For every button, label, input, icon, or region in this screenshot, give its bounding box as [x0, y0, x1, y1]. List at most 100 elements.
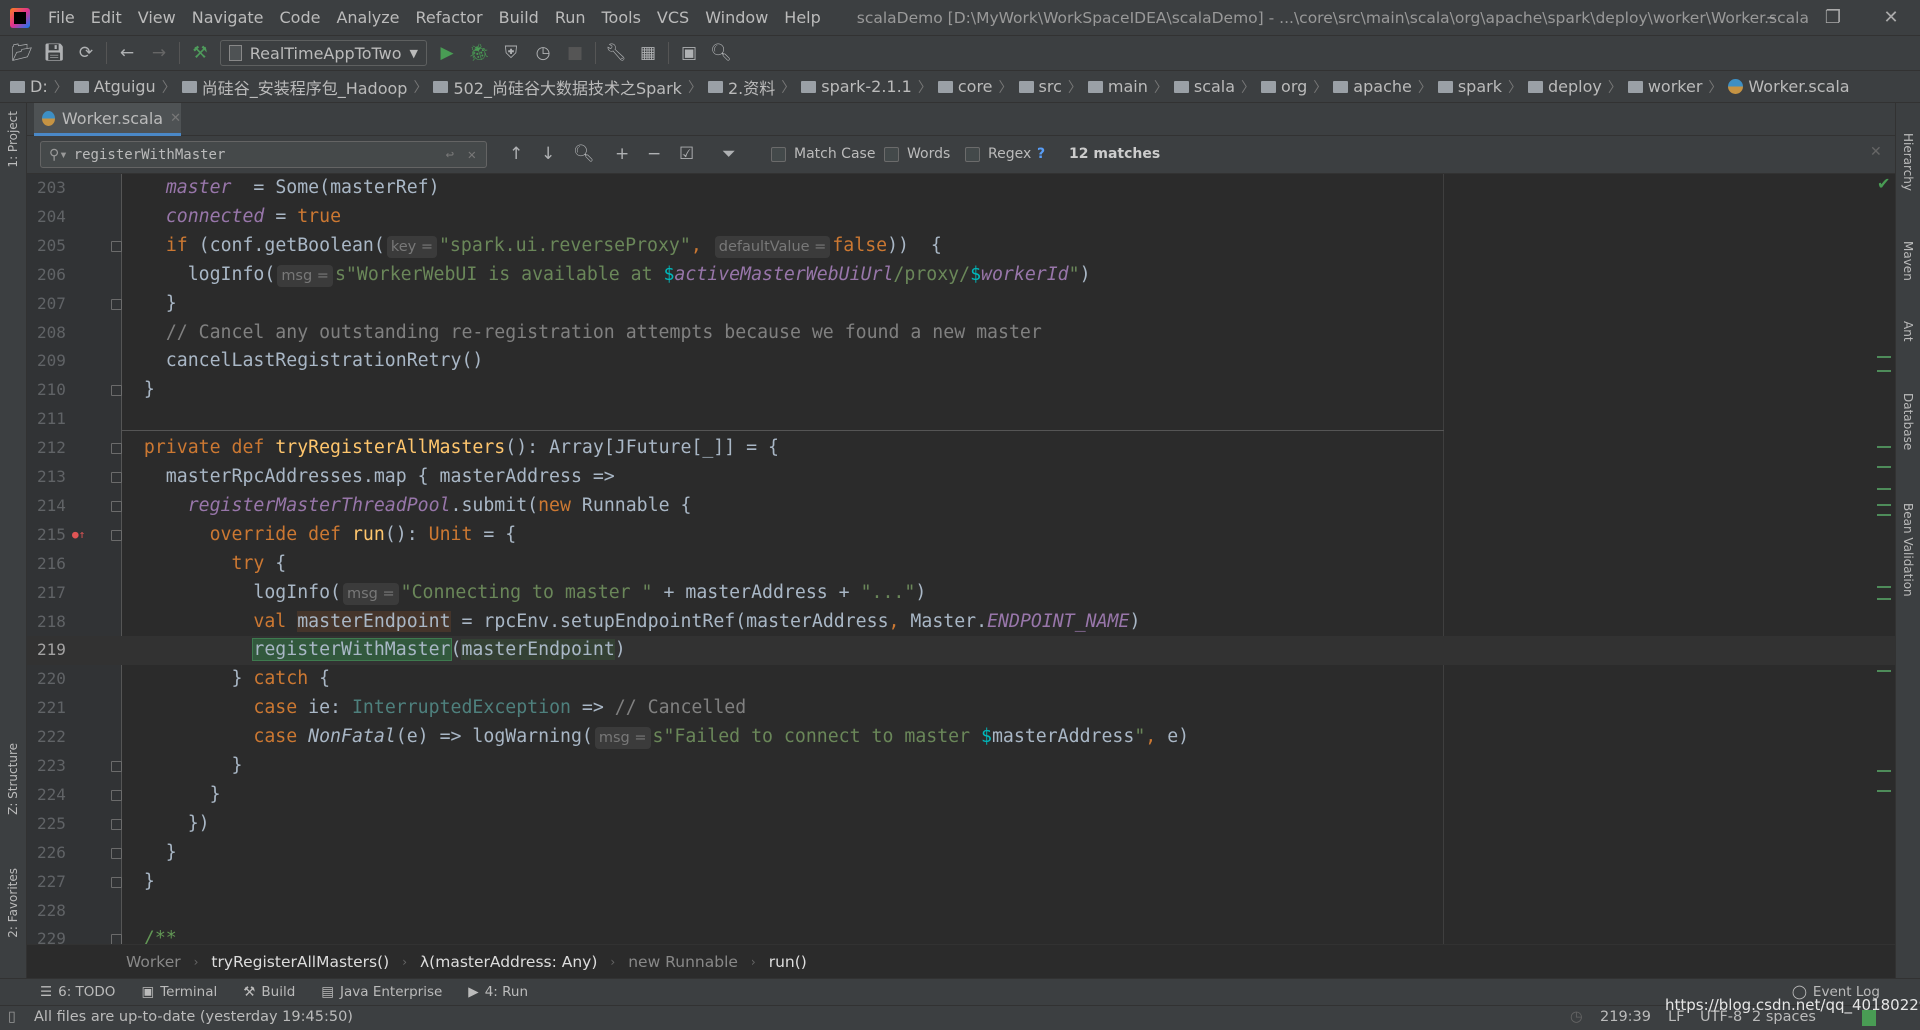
code-line[interactable]: 226 }	[27, 839, 1895, 868]
occurrence-mark[interactable]	[1877, 446, 1891, 448]
nav-crumb-file[interactable]: Worker.scala	[1728, 77, 1850, 96]
fold-marker-icon[interactable]	[111, 240, 122, 252]
occurrence-mark[interactable]	[1877, 770, 1891, 772]
code-line[interactable]: 204 connected = true	[27, 203, 1895, 232]
code-line[interactable]: 209 cancelLastRegistrationRetry()	[27, 347, 1895, 376]
code-line[interactable]: 212 private def tryRegisterAllMasters():…	[27, 434, 1895, 463]
back-icon[interactable]: ←	[115, 41, 139, 65]
nav-crumb[interactable]: 2.资料	[707, 75, 775, 99]
minimize-button[interactable]: –	[1748, 4, 1794, 32]
next-occurrence-icon[interactable]: ↓	[541, 144, 555, 164]
code-line[interactable]: 218 val masterEndpoint = rpcEnv.setupEnd…	[27, 608, 1895, 637]
menu-navigate[interactable]: Navigate	[184, 8, 272, 27]
find-all-icon[interactable]: 🔍︎	[573, 144, 595, 164]
occurrence-mark[interactable]	[1877, 356, 1891, 358]
tool-window-java-enterprise[interactable]: ▤ Java Enterprise	[321, 984, 442, 1000]
tool-window-run[interactable]: ▶ 4: Run	[468, 984, 528, 1000]
fold-marker-icon[interactable]	[111, 500, 122, 512]
occurrence-mark[interactable]	[1877, 504, 1891, 506]
debug-icon[interactable]: 🐞︎	[467, 41, 491, 65]
occurrence-mark[interactable]	[1877, 514, 1891, 516]
remove-selection-icon[interactable]: −	[647, 144, 661, 164]
build-hammer-icon[interactable]: ⚒	[188, 41, 212, 65]
breadcrumb-item[interactable]: tryRegisterAllMasters()	[211, 953, 389, 971]
menu-build[interactable]: Build	[491, 8, 547, 27]
nav-crumb[interactable]: spark-2.1.1	[801, 77, 912, 96]
code-line[interactable]: 228	[27, 897, 1895, 926]
code-line[interactable]: 203 master = Some(masterRef)	[27, 174, 1895, 203]
words-checkbox[interactable]: Words	[884, 146, 950, 162]
occurrence-mark[interactable]	[1877, 466, 1891, 468]
occurrence-mark[interactable]	[1877, 370, 1891, 372]
menu-tools[interactable]: Tools	[594, 8, 649, 27]
code-line[interactable]: 224 }	[27, 781, 1895, 810]
code-line[interactable]: 208 // Cancel any outstanding re-registr…	[27, 319, 1895, 348]
breadcrumb-item[interactable]: λ(masterAddress: Any)	[420, 953, 597, 971]
open-folder-icon[interactable]: 📂︎	[10, 41, 34, 65]
match-case-checkbox[interactable]: Match Case	[771, 146, 875, 162]
code-editor[interactable]: 203 master = Some(masterRef) 204 connecte…	[27, 174, 1895, 944]
fold-marker-icon[interactable]	[111, 529, 122, 541]
tool-window-build[interactable]: ⚒ Build	[243, 984, 295, 1000]
code-line[interactable]: 206 logInfo(msg = s"WorkerWebUI is availa…	[27, 261, 1895, 290]
occurrence-mark[interactable]	[1877, 790, 1891, 792]
toggle-tool-windows-icon[interactable]: ▯	[8, 1009, 16, 1025]
nav-crumb[interactable]: Atguigu	[73, 77, 156, 96]
close-window-button[interactable]: ✕	[1868, 4, 1914, 32]
code-line[interactable]: 223 }	[27, 752, 1895, 781]
run-config-dropdown[interactable]: RealTimeAppToTwo ▼	[220, 40, 427, 66]
nav-crumb[interactable]: worker	[1627, 77, 1702, 96]
search-icon[interactable]: ⚲▾	[49, 147, 68, 163]
fold-marker-icon[interactable]	[111, 789, 122, 801]
newline-icon[interactable]: ↩	[446, 147, 454, 163]
menu-vcs[interactable]: VCS	[649, 8, 697, 27]
sidebar-structure[interactable]: Z: Structure	[6, 743, 20, 815]
breadcrumb-item[interactable]: run()	[769, 953, 807, 971]
occurrence-mark[interactable]	[1877, 586, 1891, 588]
fold-marker-icon[interactable]	[111, 876, 122, 888]
fold-marker-icon[interactable]	[111, 934, 122, 944]
override-method-icon[interactable]: ●↑	[72, 521, 85, 550]
sidebar-favorites[interactable]: 2: Favorites	[6, 868, 20, 938]
sidebar-bean-validation[interactable]: Bean Validation	[1901, 503, 1915, 597]
fold-marker-icon[interactable]	[111, 472, 122, 483]
sidebar-database[interactable]: Database	[1901, 393, 1915, 450]
fold-marker-icon[interactable]	[111, 385, 122, 397]
code-line[interactable]: 221 case ie: InterruptedException => // …	[27, 694, 1895, 723]
code-line[interactable]: 210 }	[27, 376, 1895, 405]
code-line[interactable]: 214 registerMasterThreadPool.submit(new …	[27, 492, 1895, 521]
regex-checkbox[interactable]: Regex	[965, 146, 1031, 162]
fold-marker-icon[interactable]	[111, 443, 122, 455]
nav-crumb[interactable]: 502_尚硅谷大数据技术之Spark	[433, 75, 682, 99]
code-line[interactable]: 219 registerWithMaster(masterEndpoint)	[27, 636, 1895, 666]
nav-crumb[interactable]: apache	[1333, 77, 1412, 96]
code-line[interactable]: 215 ●↑ override def run(): Unit = {	[27, 521, 1895, 550]
code-line[interactable]: 229 /**	[27, 925, 1895, 944]
fold-marker-icon[interactable]	[111, 298, 122, 310]
code-line[interactable]: 222 case NonFatal(e) => logWarning(msg =…	[27, 723, 1895, 752]
code-line[interactable]: 205 if (conf.getBoolean(key = "spark.ui.r…	[27, 232, 1895, 261]
regex-help-link[interactable]: ?	[1037, 146, 1045, 162]
nav-crumb[interactable]: org	[1261, 77, 1307, 96]
coverage-icon[interactable]: ⛨	[499, 41, 523, 65]
menu-refactor[interactable]: Refactor	[408, 8, 491, 27]
tab-worker-scala[interactable]: Worker.scala ✕	[34, 103, 181, 136]
stop-icon[interactable]: ■	[563, 41, 587, 65]
sidebar-maven[interactable]: Maven	[1901, 241, 1915, 281]
fold-marker-icon[interactable]	[111, 847, 122, 859]
find-input[interactable]: ⚲▾ registerWithMaster ↩ ✕	[40, 141, 487, 168]
code-line[interactable]: 225 })	[27, 810, 1895, 839]
occurrence-mark[interactable]	[1877, 488, 1891, 490]
forward-icon[interactable]: →	[147, 41, 171, 65]
settings-wrench-icon[interactable]: 🔧︎	[604, 41, 628, 65]
nav-crumb[interactable]: scala	[1173, 77, 1235, 96]
occurrence-mark[interactable]	[1877, 598, 1891, 600]
nav-crumb[interactable]: D:	[10, 77, 48, 96]
breadcrumb-item[interactable]: new Runnable	[628, 953, 738, 971]
restore-button[interactable]: ❐	[1810, 4, 1856, 32]
filter-icon[interactable]: ⏷	[722, 144, 736, 164]
intellij-logo-icon[interactable]	[10, 7, 30, 28]
code-line[interactable]: 216 try {	[27, 550, 1895, 579]
sidebar-hierarchy[interactable]: Hierarchy	[1901, 133, 1915, 191]
terminal-window-icon[interactable]: ▣	[677, 41, 701, 65]
